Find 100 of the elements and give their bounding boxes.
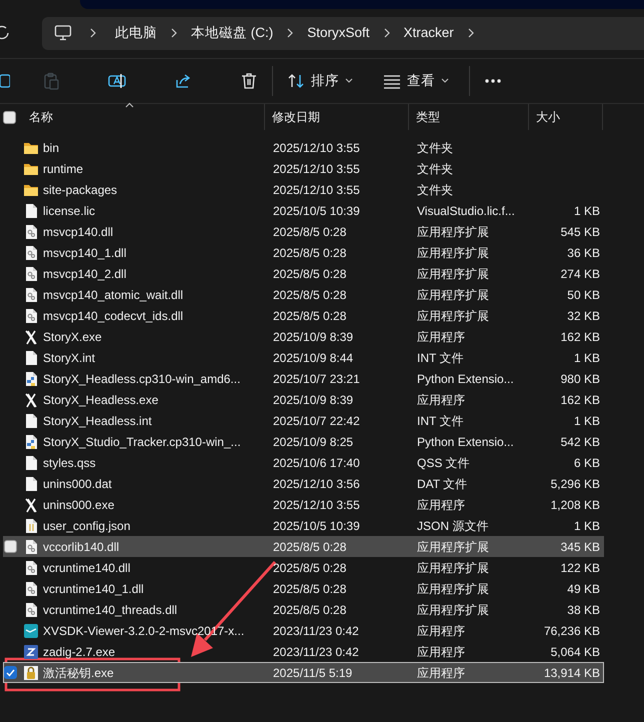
type-cell-text: 应用程序 (416, 496, 466, 514)
file-row[interactable]: site-packages 2025/12/10 3:55 文件夹 (3, 179, 604, 200)
rename-icon[interactable] (108, 72, 126, 90)
file-name: bin (43, 140, 60, 156)
sort-button[interactable]: 排序 (281, 66, 359, 96)
padlock-icon (23, 664, 39, 680)
type-cell-text: 应用程序扩展 (416, 286, 490, 304)
file-row[interactable]: vcruntime140.dll 2025/8/5 0:28 应用程序扩展 122 KB (3, 557, 604, 578)
column-header[interactable]: 修改日期 (265, 104, 409, 130)
chevron-icon (88, 28, 98, 38)
type-cell-text: INT 文件 (416, 412, 464, 430)
file-row[interactable]: 激活秘钥.exe 2025/11/5 5:19 应用程序 13,914 KB (3, 662, 604, 683)
select-all-checkbox[interactable] (3, 110, 16, 124)
file-row[interactable]: msvcp140_1.dll 2025/8/5 0:28 应用程序扩展 36 KB (3, 242, 604, 263)
file-row[interactable]: StoryX_Studio_Tracker.cp310-win_... 2025/10/9 8:25 Python Extensio... 542 KB (3, 431, 604, 452)
type-cell-text: 应用程序扩展 (416, 244, 490, 262)
file-row[interactable]: vcruntime140_1.dll 2025/8/5 0:28 应用程序扩展 49 KB (3, 578, 604, 599)
address-bar[interactable]: 此电脑 本地磁盘 (C:) StoryxSoft Xtracker (42, 16, 644, 50)
file-name: msvcp140_codecvt_ids.dll (43, 308, 184, 324)
file-row[interactable]: license.lic 2025/10/5 10:39 VisualStudio.lic.f... 1 KB (3, 200, 604, 221)
type-cell-text: 应用程序 (416, 622, 466, 640)
file-name: StoryX.int (43, 350, 96, 366)
date-cell-text: 2025/8/5 0:28 (272, 308, 348, 324)
sort-indicator-icon (125, 102, 134, 108)
caret-icon (345, 78, 353, 84)
size-cell: 6 KB (574, 456, 600, 470)
file-row[interactable]: user_config.json 2025/10/5 10:39 JSON 源文件 1 KB (3, 515, 604, 536)
breadcrumb-item[interactable]: 本地磁盘 (C:) (182, 22, 282, 44)
file-name: user_config.json (43, 518, 130, 534)
file-name: StoryX_Studio_Tracker.cp310-win_... (43, 434, 241, 450)
file-name: runtime (43, 160, 84, 178)
size-cell: 122 KB (560, 560, 600, 574)
file-icon (23, 412, 39, 428)
file-row[interactable]: vcruntime140_threads.dll 2025/8/5 0:28 应用程序扩展 38 KB (3, 599, 604, 620)
breadcrumb-item[interactable]: Xtracker (394, 22, 463, 44)
file-icon (23, 476, 39, 492)
size-cell: 1 KB (574, 204, 600, 218)
date-cell-text: 2025/12/10 3:55 (272, 160, 361, 178)
file-row[interactable]: msvcp140.dll 2025/8/5 0:28 应用程序扩展 545 KB (3, 221, 604, 242)
python-file-icon (23, 434, 39, 450)
size-cell: 49 KB (567, 582, 600, 596)
file-row[interactable]: unins000.exe 2025/12/10 3:55 应用程序 1,208 KB (3, 494, 604, 515)
row-checkbox[interactable] (4, 540, 17, 553)
file-name: vcruntime140_1.dll (43, 580, 144, 598)
date-cell-text: 2025/11/5 5:19 (272, 664, 354, 682)
delete-icon[interactable] (240, 72, 258, 90)
type-cell-text: 应用程序扩展 (416, 308, 490, 324)
x-app-icon (23, 496, 39, 512)
file-row[interactable]: vccorlib140.dll 2025/8/5 0:28 应用程序扩展 345 KB (3, 536, 604, 557)
x-app-icon (23, 328, 39, 344)
chevron-icon (285, 28, 296, 38)
file-row[interactable]: bin 2025/12/10 3:55 文件夹 (3, 137, 604, 158)
date-cell-text: 2025/8/5 0:28 (272, 538, 348, 556)
row-checkbox[interactable] (4, 666, 17, 679)
file-row[interactable]: msvcp140_atomic_wait.dll 2025/8/5 0:28 应用程序扩展 50 KB (3, 284, 604, 305)
dll-file-icon (23, 538, 39, 554)
date-cell-text: 2025/12/10 3:55 (272, 140, 361, 156)
share-icon[interactable] (174, 72, 192, 90)
column-header[interactable]: 名称 (22, 104, 265, 130)
size-cell: 274 KB (560, 266, 600, 280)
date-cell-text: 2025/8/5 0:28 (272, 266, 348, 282)
view-button[interactable]: 查看 (377, 66, 455, 96)
chevron-icon (466, 28, 476, 38)
size-cell: 545 KB (560, 224, 600, 238)
size-cell: 1 KB (574, 414, 600, 428)
file-row[interactable]: msvcp140_codecvt_ids.dll 2025/8/5 0:28 应用程序扩展 32 KB (3, 305, 604, 326)
file-name: unins000.dat (43, 476, 112, 492)
refresh-icon[interactable] (0, 25, 9, 41)
column-header[interactable]: 类型 (409, 104, 529, 130)
file-row[interactable]: zadig-2.7.exe 2023/11/23 0:42 应用程序 5,064 KB (3, 641, 604, 662)
breadcrumb-item[interactable]: StoryxSoft (298, 22, 379, 44)
file-name: StoryX_Headless.int (43, 412, 152, 430)
date-cell-text: 2025/12/10 3:55 (272, 496, 361, 514)
file-row[interactable]: StoryX.int 2025/10/9 8:44 INT 文件 1 KB (3, 347, 604, 368)
caret-icon (441, 78, 449, 84)
file-row[interactable]: StoryX_Headless.exe 2025/10/9 8:39 应用程序 162 KB (3, 389, 604, 410)
breadcrumb-item[interactable]: 此电脑 (106, 22, 166, 44)
file-row[interactable]: styles.qss 2025/10/6 17:40 QSS 文件 6 KB (3, 452, 604, 473)
size-cell: 5,296 KB (550, 476, 600, 490)
dll-file-icon (23, 308, 39, 324)
installer-icon (23, 644, 39, 660)
dll-file-icon (23, 266, 39, 282)
size-cell: 980 KB (560, 372, 600, 386)
file-row[interactable]: runtime 2025/12/10 3:55 文件夹 (3, 158, 604, 179)
type-cell-text: 应用程序扩展 (416, 560, 490, 576)
date-cell-text: 2025/10/9 8:25 (272, 434, 354, 450)
file-row[interactable]: msvcp140_2.dll 2025/8/5 0:28 应用程序扩展 274 KB (3, 263, 604, 284)
column-header[interactable]: 大小 (529, 104, 603, 130)
copy-icon[interactable] (0, 72, 10, 90)
file-row[interactable]: StoryX_Headless.int 2025/10/7 22:42 INT 文件 1 KB (3, 410, 604, 431)
type-cell-text: INT 文件 (416, 350, 464, 366)
date-cell-text: 2025/10/9 8:39 (272, 392, 354, 408)
file-name: msvcp140_2.dll (43, 266, 126, 282)
file-row[interactable]: StoryX_Headless.cp310-win_amd6... 2025/10/7 23:21 Python Extensio... 980 KB (3, 368, 604, 389)
file-row[interactable]: unins000.dat 2025/12/10 3:56 DAT 文件 5,296 KB (3, 473, 604, 494)
file-row[interactable]: StoryX.exe 2025/10/9 8:39 应用程序 162 KB (3, 326, 604, 347)
app-icon (23, 622, 39, 638)
file-name: vccorlib140.dll (43, 538, 120, 556)
file-icon (23, 350, 39, 366)
size-cell: 345 KB (560, 540, 600, 554)
